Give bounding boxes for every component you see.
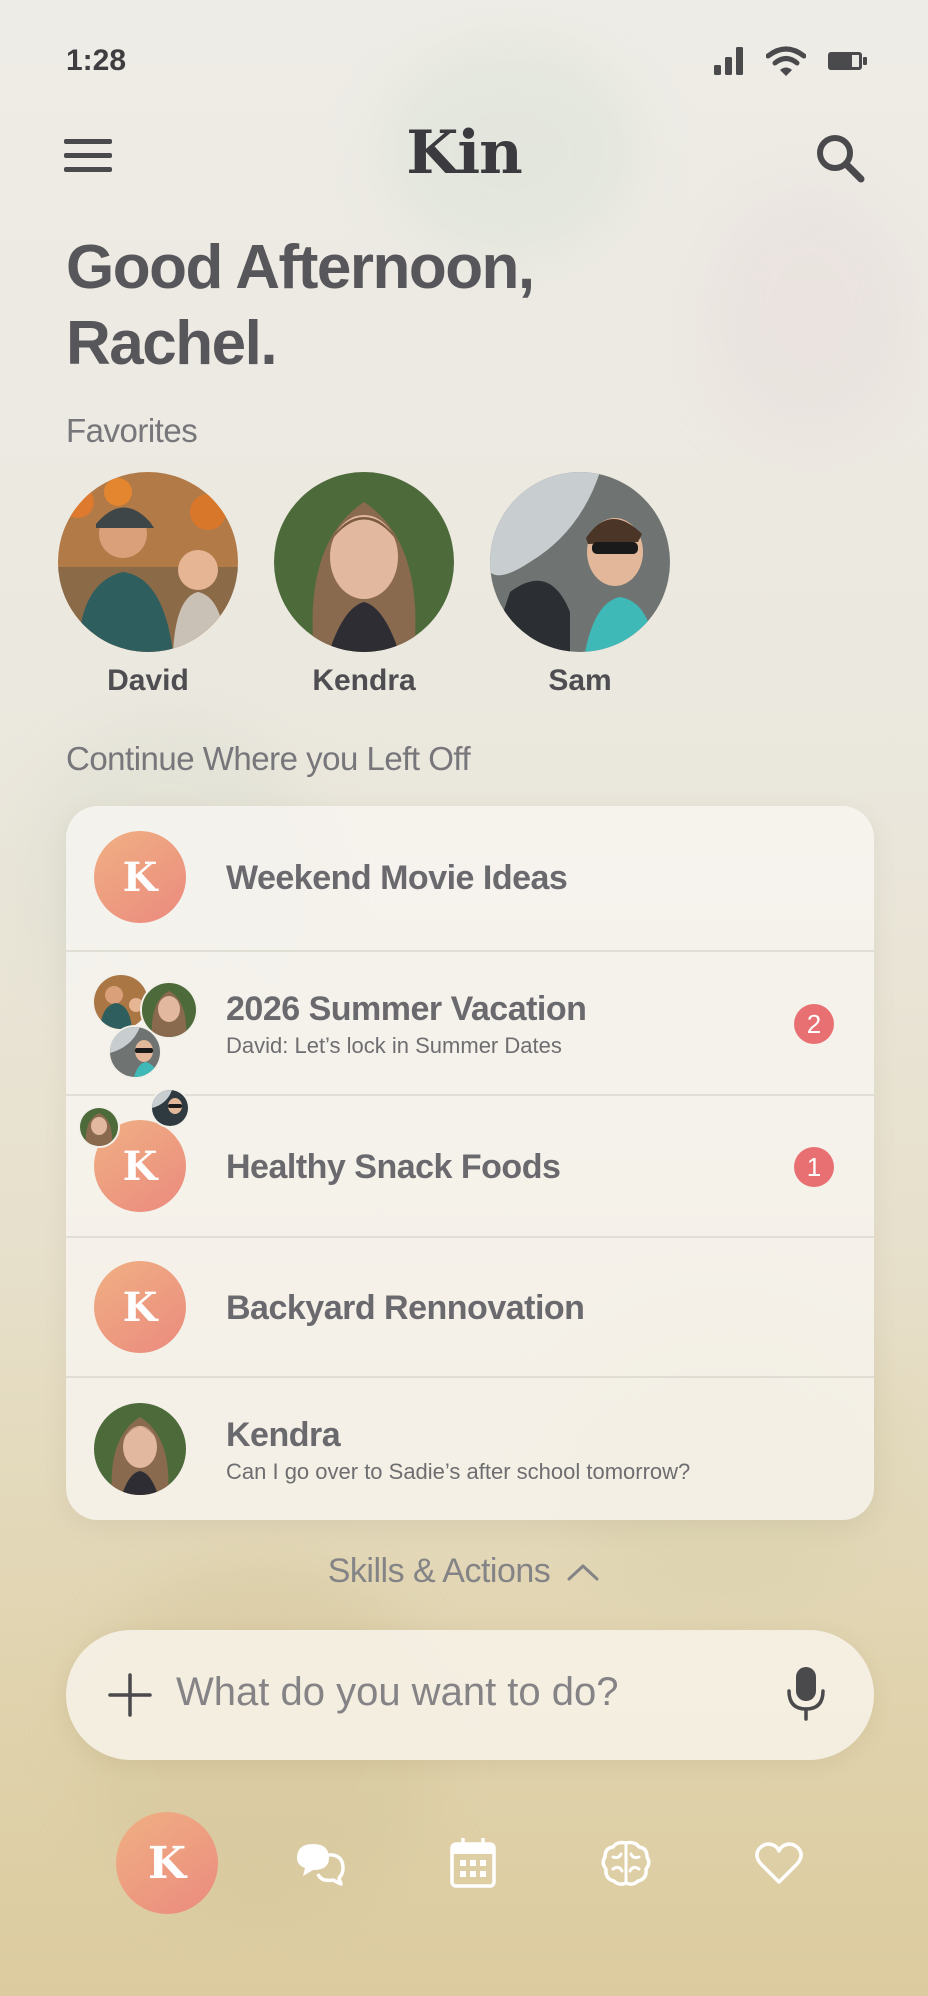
conversation-row-kendra[interactable]: Kendra Can I go over to Sadie’s after sc…	[66, 1376, 874, 1520]
unread-badge: 2	[794, 1004, 834, 1044]
chat-bubbles-icon	[297, 1844, 345, 1886]
row-text: Backyard Rennovation	[226, 1288, 585, 1328]
conversation-title: Backyard Rennovation	[226, 1288, 585, 1327]
row-text: 2026 Summer Vacation David: Let’s lock i…	[226, 989, 587, 1059]
avatar	[108, 1025, 162, 1079]
row-text: Kendra Can I go over to Sadie’s after sc…	[226, 1416, 690, 1485]
conversation-title: Healthy Snack Foods	[226, 1147, 561, 1186]
continue-label: Continue Where you Left Off	[66, 740, 471, 777]
greeting-line: Good Afternoon,	[66, 233, 535, 302]
brain-icon	[601, 1840, 651, 1886]
conversation-row-weekend-movie-ideas[interactable]: K Weekend Movie Ideas	[66, 806, 874, 950]
skills-actions-section: Skills & Actions	[0, 1552, 928, 1591]
prompt-input[interactable]	[176, 1670, 736, 1715]
kin-avatar: K	[78, 1088, 190, 1214]
conversation-title: Kendra	[226, 1415, 341, 1454]
avatar	[490, 472, 670, 652]
conversation-title: Weekend Movie Ideas	[226, 858, 568, 897]
avatar	[58, 472, 238, 652]
favorite-sam[interactable]: Sam	[490, 472, 670, 698]
search-button[interactable]	[810, 128, 870, 188]
favorite-name: David	[107, 664, 189, 697]
conversation-row-healthy-snack-foods[interactable]: K Healthy Snack Foods 1	[66, 1088, 874, 1238]
app-logo: Kin	[406, 118, 523, 188]
tab-memory[interactable]	[575, 1812, 677, 1914]
conversation-row-summer-vacation[interactable]: 2026 Summer Vacation David: Let’s lock i…	[66, 950, 874, 1096]
calendar-icon	[450, 1838, 496, 1888]
wifi-icon	[766, 46, 806, 76]
status-time: 1:28	[66, 44, 127, 77]
kin-badge: K	[94, 1261, 186, 1353]
kin-avatar: K	[94, 1261, 188, 1355]
tab-chats[interactable]	[269, 1812, 371, 1914]
tab-home[interactable]: K	[116, 1812, 218, 1914]
battery-icon	[828, 52, 867, 70]
kin-badge: K	[94, 831, 186, 923]
status-icons	[714, 46, 868, 76]
greeting-heading: Good Afternoon, Rachel.	[66, 230, 666, 382]
skills-actions-label: Skills & Actions	[327, 1552, 551, 1590]
conversation-preview: David: Let’s lock in Summer Dates	[226, 1032, 562, 1058]
prompt-composer	[66, 1630, 874, 1760]
favorites-list: David Kendra Sam	[58, 472, 670, 698]
add-attachment-button[interactable]	[100, 1665, 160, 1725]
signal-icon	[714, 47, 743, 75]
favorite-name: Sam	[548, 664, 612, 697]
favorite-david[interactable]: David	[58, 472, 238, 698]
kin-avatar: K	[94, 831, 188, 925]
skills-actions-toggle[interactable]: Skills & Actions	[328, 1552, 601, 1591]
plus-icon	[108, 1673, 152, 1717]
tab-favorites[interactable]	[728, 1812, 830, 1914]
user-name: Rachel.	[66, 309, 278, 378]
heart-icon	[755, 1842, 803, 1884]
chevron-up-icon	[567, 1564, 599, 1580]
avatar	[78, 1106, 120, 1148]
conversation-row-backyard-rennovation[interactable]: K Backyard Rennovation	[66, 1236, 874, 1378]
favorites-label: Favorites	[66, 412, 198, 449]
row-text: Healthy Snack Foods	[226, 1147, 561, 1187]
unread-badge: 1	[794, 1147, 834, 1187]
favorite-name: Kendra	[312, 664, 416, 697]
tab-calendar[interactable]	[422, 1812, 524, 1914]
avatar	[94, 1403, 188, 1497]
conversation-title: 2026 Summer Vacation	[226, 989, 587, 1028]
voice-input-button[interactable]	[776, 1664, 836, 1724]
row-text: Weekend Movie Ideas	[226, 858, 568, 898]
microphone-icon	[787, 1667, 825, 1721]
conversation-preview: Can I go over to Sadie’s after school to…	[226, 1458, 691, 1484]
conversation-list: K Weekend Movie Ideas 2026 Summer Vacati…	[66, 806, 874, 1520]
avatar	[150, 1088, 190, 1128]
group-avatar	[92, 973, 198, 1079]
avatar-image	[94, 1403, 186, 1495]
background-wash	[700, 180, 920, 440]
avatar	[274, 472, 454, 652]
search-icon	[817, 135, 865, 183]
bottom-tab-bar: K	[116, 1812, 830, 1914]
favorite-kendra[interactable]: Kendra	[274, 472, 454, 698]
